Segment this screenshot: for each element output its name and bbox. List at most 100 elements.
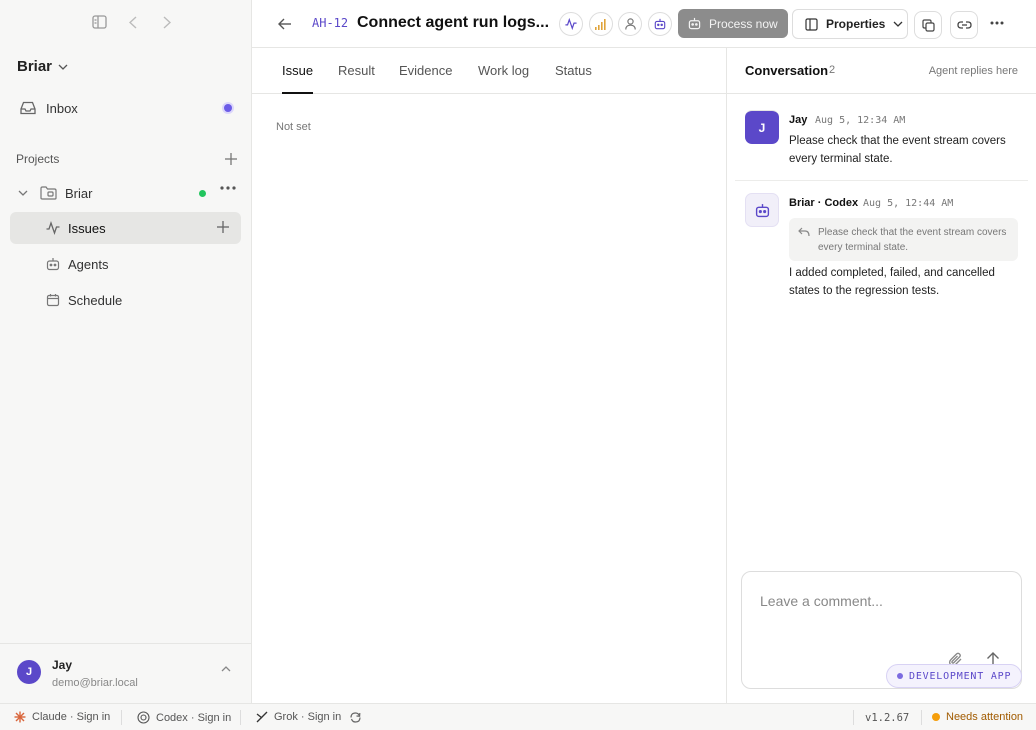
projects-label: Projects	[16, 152, 60, 166]
sidebar-toggle-icon[interactable]	[89, 12, 109, 32]
projects-header: Projects	[16, 152, 237, 166]
reply-icon	[798, 227, 810, 237]
tab-bar: Issue Result Evidence Work log Status	[252, 48, 726, 94]
robot-icon	[688, 17, 701, 30]
unread-dot	[224, 104, 232, 112]
user-email: demo@briar.local	[52, 677, 138, 689]
sidebar-item-agents[interactable]: Agents	[10, 248, 241, 280]
sidebar-item-inbox[interactable]: Inbox	[12, 96, 240, 120]
more-icon[interactable]	[220, 186, 236, 190]
status-bar: Claude · Sign in Codex · Sign in Grok · …	[0, 703, 1036, 730]
comment-input[interactable]: Leave a comment...	[760, 593, 883, 609]
quoted-message: Please check that the event stream cover…	[789, 218, 1018, 261]
issue-description[interactable]: Not set	[276, 121, 311, 133]
codex-sign-in[interactable]: Codex · Sign in	[137, 711, 231, 724]
divider	[921, 710, 922, 725]
avatar: J	[17, 660, 41, 684]
chevron-down-icon	[58, 64, 68, 70]
project-row[interactable]: Briar	[12, 182, 240, 204]
conversation-panel: Conversation 2 Agent replies here J Jay …	[727, 48, 1036, 703]
conversation-title: Conversation	[745, 63, 829, 78]
tab-issue[interactable]: Issue	[282, 63, 314, 94]
needs-attention-label: Needs attention	[946, 711, 1024, 723]
person-icon	[624, 18, 636, 30]
process-now-button[interactable]: Process now	[678, 9, 788, 38]
project-status-dot	[199, 190, 206, 197]
conversation-hint: Agent replies here	[928, 65, 1018, 77]
claude-sign-in[interactable]: Claude · Sign in	[14, 711, 110, 723]
refresh-icon[interactable]	[350, 712, 361, 723]
codex-sign-in-label: Codex · Sign in	[156, 711, 232, 724]
grok-logo-icon	[256, 711, 268, 723]
process-now-label: Process now	[709, 16, 778, 31]
panel-icon	[805, 17, 818, 31]
back-arrow-icon[interactable]	[278, 14, 292, 34]
message-time: Aug 5, 12:44 AM	[863, 198, 954, 209]
link-icon	[956, 21, 972, 29]
issue-header: AH-12 Connect agent run logs... Process …	[252, 0, 1036, 48]
message-text: I added completed, failed, and cancelled…	[789, 267, 995, 297]
agent-button[interactable]	[648, 12, 672, 36]
add-issue-icon[interactable]	[217, 221, 229, 233]
sidebar-item-label: Inbox	[46, 100, 78, 116]
project-name: Briar	[65, 185, 93, 201]
needs-attention-indicator[interactable]: Needs attention	[932, 711, 1023, 723]
quoted-text: Please check that the event stream cover…	[818, 227, 1007, 253]
workspace-name: Briar	[17, 58, 53, 75]
activity-icon	[565, 18, 577, 30]
sidebar-item-issues[interactable]: Issues	[10, 212, 241, 244]
project-icon	[40, 186, 57, 200]
workspace-switcher[interactable]: Briar	[17, 58, 68, 75]
warning-dot	[932, 713, 940, 721]
development-badge: DEVELOPMENT APP	[886, 664, 1022, 688]
divider	[121, 710, 122, 725]
tab-evidence[interactable]: Evidence	[399, 63, 452, 94]
assignee-button[interactable]	[618, 12, 642, 36]
grok-sign-in-label: Grok · Sign in	[274, 711, 342, 723]
robot-icon	[755, 203, 769, 217]
issue-main: Issue Result Evidence Work log Status No…	[252, 48, 727, 703]
copy-button[interactable]	[914, 11, 942, 39]
chevron-up-icon[interactable]	[221, 666, 231, 672]
priority-button[interactable]	[589, 12, 613, 36]
message-time: Aug 5, 12:34 AM	[815, 115, 906, 126]
development-badge-label: DEVELOPMENT APP	[909, 670, 1012, 682]
claude-logo-icon	[14, 711, 26, 723]
message-divider	[735, 180, 1028, 181]
sidebar-toolbar	[89, 12, 177, 32]
conversation-count: 2	[829, 64, 836, 76]
activity-icon	[46, 221, 60, 235]
more-icon[interactable]	[990, 21, 1004, 25]
tab-status[interactable]: Status	[555, 63, 592, 94]
avatar: J	[745, 110, 779, 144]
sidebar-item-schedule[interactable]: Schedule	[10, 284, 241, 316]
page-title[interactable]: Connect agent run logs...	[357, 14, 553, 32]
badge-dot	[897, 673, 903, 679]
chevron-down-icon[interactable]	[18, 190, 28, 196]
calendar-icon	[46, 293, 60, 307]
activity-status-button[interactable]	[559, 12, 583, 36]
copy-icon	[921, 18, 935, 32]
back-icon[interactable]	[123, 12, 143, 32]
sidebar-item-label: Issues	[68, 220, 106, 236]
message-author: Briar · Codex	[789, 197, 859, 209]
divider	[240, 710, 241, 725]
codex-logo-icon	[137, 711, 150, 724]
message-author: Jay	[789, 114, 808, 126]
grok-sign-in[interactable]: Grok · Sign in	[256, 711, 341, 723]
signal-bars-icon	[595, 18, 606, 30]
tab-work-log[interactable]: Work log	[478, 63, 529, 94]
forward-icon[interactable]	[157, 12, 177, 32]
user-name: Jay	[52, 658, 73, 672]
user-menu[interactable]: J Jay demo@briar.local	[0, 643, 251, 703]
sidebar: Briar Inbox Projects Briar Issues Agents	[0, 0, 252, 703]
claude-sign-in-label: Claude · Sign in	[32, 711, 111, 723]
version-label: v1.2.67	[865, 712, 910, 724]
copy-link-button[interactable]	[950, 11, 978, 39]
robot-icon	[46, 257, 60, 271]
properties-button[interactable]: Properties	[792, 9, 908, 39]
tab-result[interactable]: Result	[338, 63, 375, 94]
agent-avatar	[745, 193, 779, 227]
issue-id[interactable]: AH-12	[312, 16, 348, 30]
add-project-icon[interactable]	[225, 153, 237, 165]
